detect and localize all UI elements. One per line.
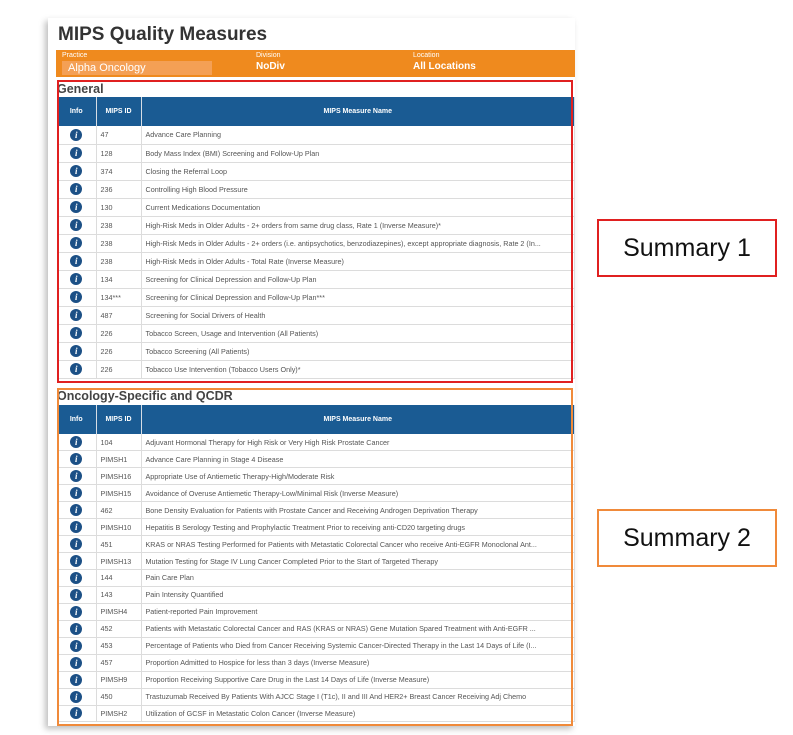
- division-label: Division: [256, 52, 281, 59]
- page-title: MIPS Quality Measures: [58, 24, 268, 45]
- summary-2-callout: Summary 2: [597, 509, 777, 567]
- location-label: Location: [413, 52, 440, 59]
- practice-filter[interactable]: Practice Alpha Oncology: [62, 52, 212, 75]
- summary-1-callout: Summary 1: [597, 219, 777, 277]
- location-filter[interactable]: Location All Locations: [413, 52, 476, 74]
- practice-label: Practice: [62, 52, 88, 59]
- location-value[interactable]: All Locations: [413, 60, 476, 74]
- filter-bar: Practice Alpha Oncology Division NoDiv L…: [56, 50, 575, 77]
- division-filter[interactable]: Division NoDiv: [256, 52, 285, 74]
- division-value[interactable]: NoDiv: [256, 60, 285, 74]
- summary-2-highlight-box: [57, 388, 573, 726]
- practice-value[interactable]: Alpha Oncology: [62, 61, 212, 75]
- summary-1-highlight-box: [57, 80, 573, 383]
